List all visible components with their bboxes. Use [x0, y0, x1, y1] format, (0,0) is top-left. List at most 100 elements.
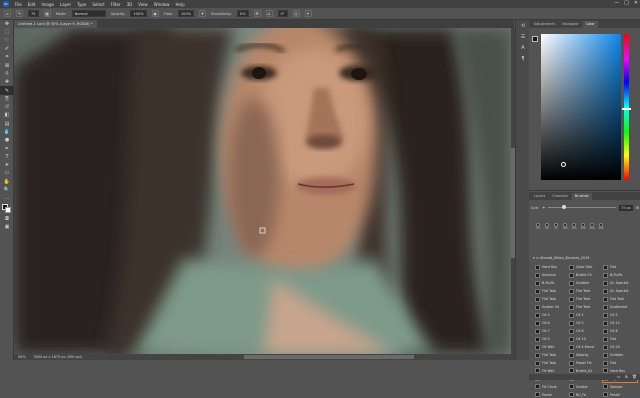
horizontal-scroll-thumb[interactable] [244, 355, 414, 359]
brush-item[interactable]: Fill Circle [535, 384, 569, 390]
paragraph-icon[interactable]: ¶ [516, 53, 530, 64]
menu-file[interactable]: File [15, 2, 22, 7]
brush-item[interactable]: B-Fluffs [603, 272, 637, 278]
brush-item[interactable]: Color Stor [569, 264, 603, 270]
zoom-tool-icon[interactable]: 🔍 [0, 186, 14, 194]
color-swatches[interactable] [0, 203, 13, 215]
tab-layers[interactable]: Layers [531, 193, 548, 200]
canvas[interactable] [14, 28, 511, 354]
tab-brushes[interactable]: Brushes [571, 193, 592, 200]
menu-edit[interactable]: Edit [28, 2, 36, 7]
brush-item[interactable]: Oil 6 [603, 328, 637, 334]
brush-folder[interactable]: ▾ ▭ Ahmad_Hilton_Brushes_2019 [533, 256, 589, 260]
brush-tool-icon[interactable]: ✎ [0, 86, 14, 95]
recent-brush[interactable]: 75 [553, 223, 559, 233]
new-brush-footer-icon[interactable]: ⊞ [625, 374, 628, 380]
brush-item[interactable]: Oil 10 [569, 336, 603, 342]
recent-brush[interactable]: 60 [544, 223, 550, 233]
character-icon[interactable]: A [516, 42, 530, 53]
color-field[interactable] [541, 34, 621, 180]
brush-item[interactable]: Oil 9 [535, 336, 569, 342]
trash-icon[interactable]: 🗑 [632, 374, 637, 380]
angle-icon[interactable]: ∠ [265, 10, 273, 17]
recent-brush[interactable]: 150 [580, 223, 586, 233]
brush-item[interactable]: Gr. Speckle [603, 280, 637, 286]
brush-item[interactable]: Oil 8 [569, 328, 603, 334]
smoothing-field[interactable]: 0% [236, 10, 249, 17]
brush-item[interactable]: Brl_Fe [569, 392, 603, 398]
menu-filter[interactable]: Filter [111, 2, 121, 7]
brush-item[interactable]: Hard Rou [535, 264, 569, 270]
brush-item[interactable]: Scribble [569, 280, 603, 286]
brush-item[interactable]: Oil 4 [535, 312, 569, 318]
recent-brush[interactable]: 300 [598, 223, 604, 233]
smoothing-gear-icon[interactable]: ⚙ [253, 10, 261, 17]
zoom-level[interactable]: 50% [18, 355, 26, 359]
brush-item[interactable]: Pastel Fle [569, 360, 603, 366]
size-slider[interactable] [548, 205, 617, 209]
brush-item[interactable]: Flat Tesk [535, 352, 569, 358]
dodge-tool-icon[interactable]: ● [0, 136, 14, 144]
brush-item[interactable]: Gr. Speckle [603, 288, 637, 294]
move-tool-icon[interactable]: ✥ [0, 20, 14, 28]
menu-layer[interactable]: Layer [60, 2, 71, 7]
brush-item[interactable]: Flat Tesk [569, 304, 603, 310]
blur-tool-icon[interactable]: 💧 [0, 128, 14, 136]
brush-item[interactable]: Flat [603, 360, 637, 366]
brush-item[interactable]: Oil 12 [603, 320, 637, 326]
symmetry-icon[interactable]: ✦ [304, 10, 312, 17]
brush-size-picker[interactable]: 75 [28, 10, 39, 17]
airbrush-icon[interactable]: ✈ [199, 10, 207, 17]
brush-item[interactable]: Oil 7 [535, 328, 569, 334]
path-select-icon[interactable]: ➤ [0, 161, 14, 169]
brush-item[interactable]: Scatter [569, 384, 603, 390]
brush-tool-icon[interactable]: ✎ [16, 10, 23, 17]
type-tool-icon[interactable]: T [0, 153, 14, 161]
color-picker-ring[interactable] [561, 162, 566, 167]
tab-color[interactable]: Color [582, 21, 598, 28]
healing-tool-icon[interactable]: ✚ [0, 78, 14, 86]
hue-slider-handle[interactable] [622, 108, 631, 110]
crop-tool-icon[interactable]: ⌗ [0, 53, 14, 61]
menu-view[interactable]: View [138, 2, 148, 7]
quick-select-tool-icon[interactable]: ✐ [0, 45, 14, 53]
eraser-tool-icon[interactable]: ◧ [0, 111, 14, 119]
mode-select[interactable]: Normal [71, 10, 106, 17]
brush-item[interactable]: Oil 4 Blend [569, 344, 603, 350]
brush-item[interactable]: Flat [603, 336, 637, 342]
menu-help[interactable]: Help [175, 2, 184, 7]
brush-item[interactable]: Oil 20 [603, 344, 637, 350]
new-brush-icon[interactable]: ⊞ [636, 205, 639, 210]
size-field[interactable]: 75 px [619, 204, 633, 211]
screen-mode-icon[interactable]: ▣ [0, 223, 14, 231]
recent-brush[interactable]: 200 [589, 223, 595, 233]
menu-image[interactable]: Image [41, 2, 54, 7]
brush-item[interactable]: Scatter 94 [535, 304, 569, 310]
menu-window[interactable]: Window [154, 2, 170, 7]
brush-item[interactable]: Scatterbrd [603, 304, 637, 310]
brush-item[interactable]: Scribble [603, 352, 637, 358]
brush-item[interactable]: Dalanly [569, 352, 603, 358]
brush-item[interactable]: Sample [603, 384, 637, 390]
minimize-button[interactable]: — [614, 0, 619, 6]
brush-item[interactable]: Flat Tesk [569, 288, 603, 294]
hand-tool-icon[interactable]: ✋ [0, 178, 14, 186]
current-color-swatch[interactable] [532, 36, 538, 42]
flow-field[interactable]: 100% [177, 10, 195, 17]
app-logo[interactable]: Ps [3, 1, 9, 7]
more-tools-icon[interactable]: … [0, 194, 14, 202]
close-button[interactable]: ✕ [634, 0, 638, 6]
tab-navigator[interactable]: Navigator [559, 21, 582, 28]
brush-item[interactable]: Oil 5 [569, 320, 603, 326]
frame-tool-icon[interactable]: ⊠ [0, 61, 14, 69]
opacity-field[interactable]: 100% [130, 10, 147, 17]
brush-item[interactable]: Bristle 25 [569, 272, 603, 278]
brush-item[interactable]: Flat Tesk [603, 296, 637, 302]
size-slider-knob[interactable] [562, 205, 567, 209]
brush-item[interactable]: B-Fluffs [535, 280, 569, 286]
recent-brush[interactable]: 100 [562, 223, 568, 233]
pressure-size-icon[interactable]: ◎ [292, 10, 300, 17]
shape-tool-icon[interactable]: ▭ [0, 169, 14, 177]
brush-item[interactable]: Flat Tesk [535, 360, 569, 366]
recent-brush[interactable]: 50 [535, 223, 541, 233]
